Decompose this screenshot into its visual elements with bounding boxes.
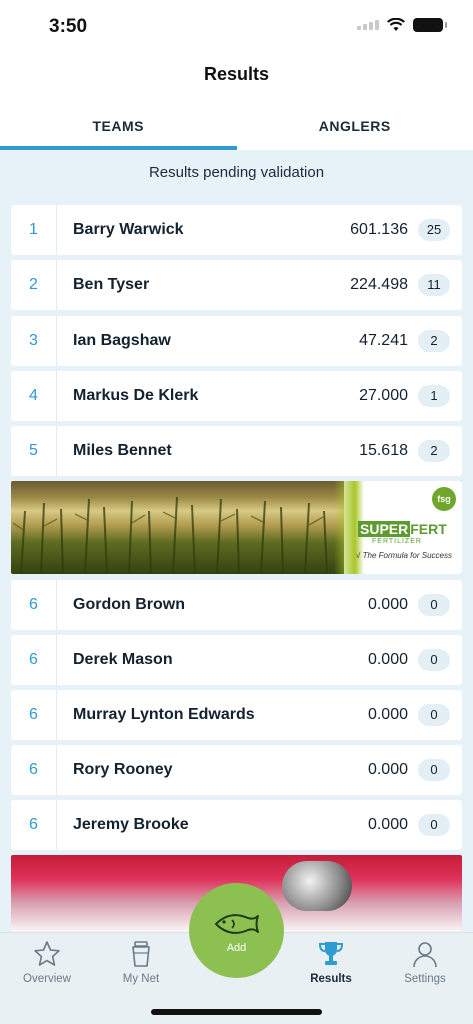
result-score: 15.618	[359, 442, 408, 459]
superfert-ad-banner[interactable]: fsg SUPER FERT FERTILIZER √ The Formula f…	[11, 481, 462, 574]
result-rank: 5	[11, 426, 57, 476]
result-row[interactable]: 3 Ian Bagshaw 47.241 2	[11, 316, 462, 366]
result-row[interactable]: 4 Markus De Klerk 27.000 1	[11, 371, 462, 421]
result-score: 0.000	[367, 651, 408, 668]
result-row[interactable]: 6 Murray Lynton Edwards 0.000 0	[11, 690, 462, 740]
result-row[interactable]: 2 Ben Tyser 224.498 11	[11, 260, 462, 310]
fish-icon	[214, 913, 259, 934]
result-rank: 6	[11, 690, 57, 740]
superfert-logo-panel: fsg SUPER FERT FERTILIZER √ The Formula f…	[334, 481, 462, 574]
result-name: Gordon Brown	[73, 596, 185, 613]
tabbar-my-net[interactable]: My Net	[94, 939, 188, 985]
result-name: Ian Bagshaw	[73, 332, 171, 349]
person-icon	[413, 942, 437, 968]
result-row[interactable]: 6 Rory Rooney 0.000 0	[11, 745, 462, 795]
result-count-badge: 2	[418, 330, 450, 352]
status-time: 3:50	[49, 16, 88, 37]
tab-anglers[interactable]: ANGLERS	[237, 104, 473, 150]
status-bar: 3:50	[0, 0, 473, 54]
result-score: 601.136	[350, 221, 408, 238]
tab-teams[interactable]: TEAMS	[0, 104, 237, 150]
result-score: 47.241	[359, 332, 408, 349]
result-rank: 6	[11, 800, 57, 850]
result-score: 27.000	[359, 387, 408, 404]
headlight-graphic	[282, 861, 352, 911]
result-rank: 6	[11, 745, 57, 795]
result-count-badge: 25	[418, 219, 450, 241]
result-row[interactable]: 6 Jeremy Brooke 0.000 0	[11, 800, 462, 850]
add-label: Add	[226, 941, 247, 954]
cellular-signal-icon	[357, 20, 379, 30]
result-score: 0.000	[367, 596, 408, 613]
brand-super: SUPER	[358, 521, 411, 537]
result-rank: 6	[11, 580, 57, 630]
tabbar-settings[interactable]: Settings	[378, 939, 472, 985]
brand-fert: FERT	[410, 521, 447, 537]
wifi-icon	[387, 18, 405, 31]
corn-stalks-illustration	[12, 496, 328, 574]
result-count-badge: 0	[418, 814, 450, 836]
result-rank: 1	[11, 205, 57, 255]
pending-notice: Results pending validation	[148, 164, 325, 181]
result-rank: 2	[11, 260, 57, 310]
tabbar-overview-label: Overview	[23, 973, 71, 985]
result-rank: 4	[11, 371, 57, 421]
results-tabs: TEAMS ANGLERS	[0, 104, 473, 150]
result-row[interactable]: 6 Gordon Brown 0.000 0	[11, 580, 462, 630]
result-name: Rory Rooney	[73, 761, 173, 778]
result-name: Ben Tyser	[73, 276, 150, 293]
result-name: Barry Warwick	[73, 221, 184, 238]
home-indicator	[151, 1009, 322, 1015]
result-count-badge: 11	[418, 274, 450, 296]
tabbar-results[interactable]: Results	[284, 939, 378, 985]
result-name: Miles Bennet	[73, 442, 172, 459]
tabbar-overview[interactable]: Overview	[0, 939, 94, 985]
result-count-badge: 0	[418, 704, 450, 726]
superfert-sub: FERTILIZER	[372, 538, 422, 545]
result-count-badge: 0	[418, 649, 450, 671]
result-row[interactable]: 6 Derek Mason 0.000 0	[11, 635, 462, 685]
superfert-tagline: √ The Formula for Success	[356, 551, 452, 560]
bucket-icon	[132, 941, 150, 967]
result-rank: 6	[11, 635, 57, 685]
status-icons	[357, 18, 447, 32]
result-count-badge: 0	[418, 594, 450, 616]
trophy-icon	[318, 942, 344, 965]
tabbar-my-net-label: My Net	[122, 973, 160, 985]
result-row[interactable]: 1 Barry Warwick 601.136 25	[11, 205, 462, 255]
result-name: Markus De Klerk	[73, 387, 199, 404]
superfert-brand: SUPER FERT	[358, 521, 447, 537]
result-count-badge: 2	[418, 440, 450, 462]
page-title: Results	[203, 64, 270, 84]
result-count-badge: 0	[418, 759, 450, 781]
tabbar-settings-label: Settings	[404, 973, 446, 985]
tabbar-results-label: Results	[310, 973, 352, 985]
result-row[interactable]: 5 Miles Bennet 15.618 2	[11, 426, 462, 476]
result-name: Jeremy Brooke	[73, 816, 189, 833]
result-rank: 3	[11, 316, 57, 366]
result-name: Derek Mason	[73, 651, 173, 668]
result-score: 0.000	[367, 761, 408, 778]
result-count-badge: 1	[418, 385, 450, 407]
results-list[interactable]: Results pending validation 1 Barry Warwi…	[0, 150, 473, 932]
fsg-badge: fsg	[432, 487, 456, 511]
battery-icon	[413, 18, 447, 32]
result-score: 224.498	[350, 276, 408, 293]
result-score: 0.000	[367, 706, 408, 723]
result-name: Murray Lynton Edwards	[73, 706, 255, 723]
add-catch-button[interactable]: Add	[189, 883, 284, 978]
star-icon	[34, 941, 60, 966]
result-score: 0.000	[367, 816, 408, 833]
